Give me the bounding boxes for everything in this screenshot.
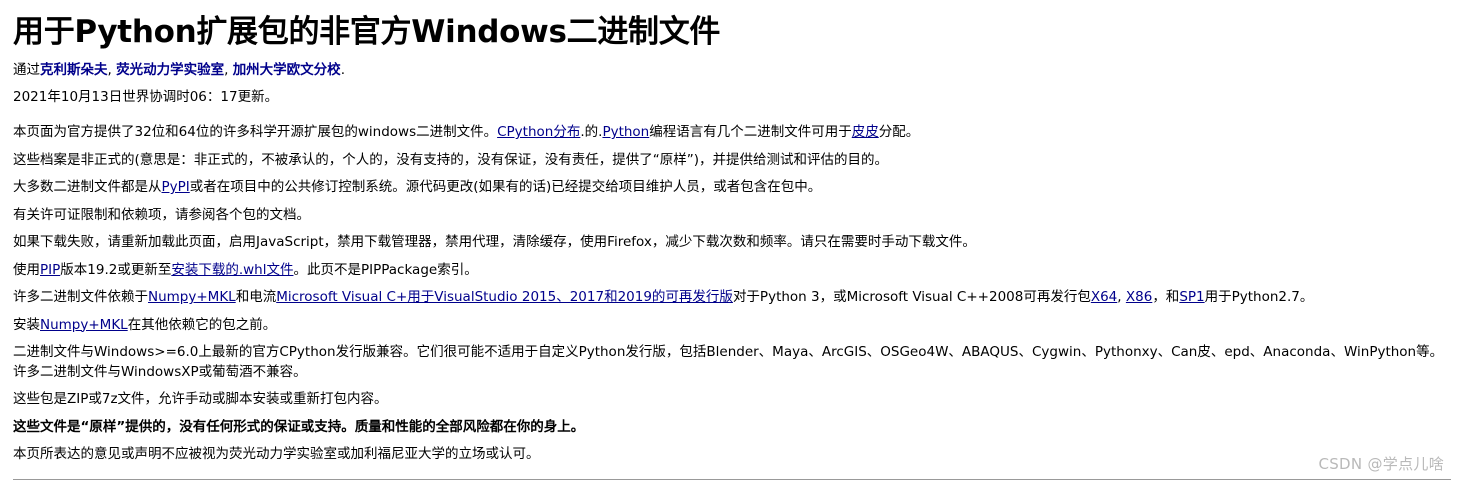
paragraph-unofficial: 这些档案是非正式的(意思是：非正式的，不被承认的，个人的，没有支持的，没有保证，…: [13, 151, 889, 168]
paragraph-pip: 使用PIP版本19.2或更新至安装下载的.whl文件。此页不是PIPPackag…: [13, 261, 1447, 281]
author-link-uci[interactable]: 加州大学欧文分校: [233, 62, 341, 78]
paragraph-licenses: 有关许可证限制和依赖项，请参阅各个包的文档。: [13, 206, 310, 223]
paragraph-binaries: 本页面为官方提供了32位和64位的许多科学开源扩展包的windows二进制文件。…: [13, 123, 1447, 143]
paragraph-disclaimer: 本页所表达的意见或声明不应被视为荧光动力学实验室或加利福尼亚大学的立场或认可。: [13, 446, 540, 462]
authors-prefix: 通过: [13, 62, 40, 78]
paragraph-install-numpy: 安装Numpy+MKL在其他依赖它的包之前。: [13, 316, 1447, 336]
author-link-lfd[interactable]: 荧光动力学实验室: [116, 62, 224, 78]
x86-link[interactable]: X86: [1126, 289, 1152, 305]
text: 本页面为官方提供了32位和64位的许多科学开源扩展包的windows二进制文件。: [13, 124, 498, 140]
paragraph-download-failure: 如果下载失败，请重新加载此页面，启用JavaScript，禁用下载管理器，禁用代…: [13, 234, 976, 250]
text: 许多二进制文件依赖于: [13, 289, 148, 305]
x64-link[interactable]: X64: [1091, 289, 1117, 305]
paragraph-compatibility: 二进制文件与Windows>=6.0上最新的官方CPython发行版兼容。它们很…: [13, 344, 1444, 380]
text: 或者在项目中的公共修订控制系统。源代码更改(如果有的话)已经提交给项目维护人员，…: [189, 179, 822, 195]
text: 编程语言有几个二进制文件可用于: [649, 124, 852, 140]
text: 分配。: [878, 124, 920, 140]
numpy-mkl-link[interactable]: Numpy+MKL: [40, 317, 128, 333]
authors-separator: ,: [107, 62, 117, 78]
page-content: 用于Python扩展包的非官方Windows二进制文件 通过克利斯朵夫, 荧光动…: [0, 0, 1461, 465]
python-link[interactable]: Python: [602, 124, 649, 140]
text: 大多数二进制文件都是从: [13, 179, 162, 195]
pip-link[interactable]: PIP: [40, 262, 60, 278]
text: 对于Python 3，或Microsoft Visual C++2008可再发行…: [732, 289, 1091, 305]
text: 安装: [13, 316, 40, 333]
text: 。此页不是PIPPackage索引。: [293, 261, 478, 278]
cpython-link[interactable]: CPython分布: [497, 124, 580, 140]
pypi-link[interactable]: PyPI: [162, 179, 190, 195]
text: ,: [1117, 289, 1126, 305]
paragraph-archives: 这些包是ZIP或7z文件，允许手动或脚本安装或重新打包内容。: [13, 391, 388, 407]
authors-line: 通过克利斯朵夫, 荧光动力学实验室, 加州大学欧文分校.: [13, 61, 1447, 80]
text: ，和: [1152, 289, 1180, 305]
authors-separator: ,: [224, 62, 233, 78]
paragraph-sources: 大多数二进制文件都是从PyPI或者在项目中的公共修订控制系统。源代码更改(如果有…: [13, 178, 1447, 198]
text: 和电流: [235, 289, 277, 305]
text: 版本19.2或更新至: [60, 261, 172, 278]
intro-text: 本页面为官方提供了32位和64位的许多科学开源扩展包的windows二进制文件。…: [13, 123, 1447, 465]
sp1-link[interactable]: SP1: [1179, 289, 1204, 305]
authors-suffix: .: [340, 62, 345, 78]
page-title: 用于Python扩展包的非官方Windows二进制文件: [13, 14, 721, 50]
paragraph-warranty: 这些文件是“原样”提供的，没有任何形式的保证或支持。质量和性能的全部风险都在你的…: [13, 418, 585, 435]
msvc-redist-link[interactable]: Microsoft Visual C+用于VisualStudio 2015、2…: [276, 289, 733, 305]
paragraph-dependencies: 许多二进制文件依赖于Numpy+MKL和电流Microsoft Visual C…: [13, 288, 1447, 308]
text: .的.: [580, 124, 603, 140]
pypi-distribution-link[interactable]: 皮皮: [852, 124, 879, 140]
csdn-watermark: CSDN @学点儿啥: [1318, 455, 1444, 473]
text: 在其他依赖它的包之前。: [127, 316, 277, 333]
divider: [13, 479, 1451, 480]
numpy-mkl-link[interactable]: Numpy+MKL: [148, 289, 236, 305]
text: 使用: [13, 261, 40, 278]
text: 用于Python2.7。: [1204, 289, 1314, 305]
author-link-christoph[interactable]: 克利斯朵夫: [40, 62, 108, 78]
updated-date: 2021年10月13日世界协调时06：17更新。: [13, 89, 279, 105]
install-whl-link[interactable]: 安装下载的.whl文件: [171, 262, 293, 278]
